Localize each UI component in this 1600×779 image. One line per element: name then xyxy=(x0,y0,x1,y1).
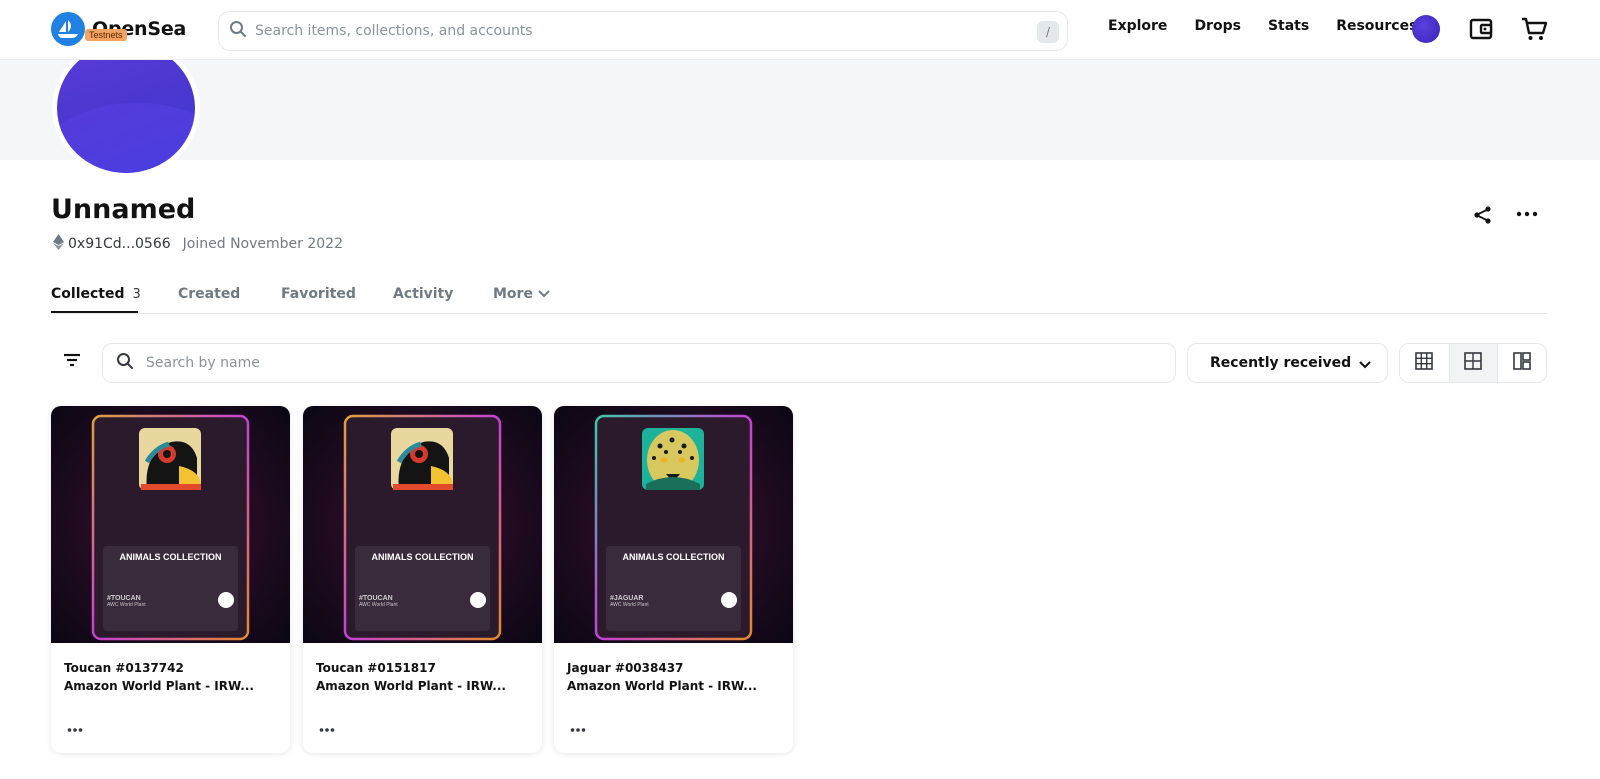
nft-art-tag: #TOUCAN xyxy=(107,595,141,602)
grid-view-toggle xyxy=(1399,343,1547,383)
nft-art-subtag: AWC World Plant xyxy=(359,602,398,608)
nft-card-body: Jaguar #0038437 Amazon World Plant - IRW… xyxy=(554,643,793,695)
chevron-down-icon xyxy=(538,286,550,302)
tab-favorited-label: Favorited xyxy=(281,286,356,302)
profile-banner xyxy=(0,60,1600,160)
account-avatar[interactable] xyxy=(1412,15,1440,43)
nft-title: Jaguar #0038437 xyxy=(567,661,684,675)
tab-collected-count: 3 xyxy=(132,286,141,302)
tab-activity[interactable]: Activity xyxy=(393,286,453,302)
nav-drops[interactable]: Drops xyxy=(1194,18,1241,34)
sort-dropdown[interactable]: Recently received xyxy=(1187,343,1388,383)
nft-collection-name[interactable]: Amazon World Plant - IRW... xyxy=(316,677,529,695)
grid-icon xyxy=(1464,352,1483,374)
nav-resources[interactable]: Resources xyxy=(1336,18,1417,34)
name-search[interactable] xyxy=(102,343,1176,383)
tab-collected-label: Collected xyxy=(51,286,125,302)
search-icon xyxy=(229,20,247,42)
wallet-address[interactable]: 0x91Cd...0566 xyxy=(68,236,171,252)
nav-explore[interactable]: Explore xyxy=(1108,18,1167,34)
nft-card-art-text: ANIMALS COLLECTION #TOUCAN AWC World Pla… xyxy=(103,552,238,608)
main-nav-links: Explore Drops Stats Resources xyxy=(1108,18,1444,34)
nft-title: Toucan #0137742 xyxy=(64,661,184,675)
large-grid-button[interactable] xyxy=(1400,344,1449,382)
ethereum-icon xyxy=(53,234,64,254)
card-more-icon[interactable] xyxy=(67,718,83,737)
tab-created[interactable]: Created xyxy=(178,286,240,302)
active-tab-underline xyxy=(51,311,138,313)
tab-created-label: Created xyxy=(178,286,241,302)
top-navbar: OpenSea Testnets / Explore Drops Stats R… xyxy=(0,0,1600,60)
card-more-icon[interactable] xyxy=(570,718,586,737)
joined-date: Joined November 2022 xyxy=(182,236,343,252)
profile-name: Unnamed xyxy=(51,194,196,225)
more-options-icon[interactable] xyxy=(1516,206,1538,226)
filter-icon xyxy=(58,353,86,378)
chevron-down-icon xyxy=(1359,357,1371,373)
leaf-logo-icon xyxy=(721,592,737,608)
share-icon[interactable] xyxy=(1473,205,1493,229)
nft-art-heading: ANIMALS COLLECTION xyxy=(371,552,474,562)
nft-card[interactable]: ANIMALS COLLECTION #TOUCAN AWC World Pla… xyxy=(303,406,542,753)
nft-card-body: Toucan #0151817 Amazon World Plant - IRW… xyxy=(303,643,542,695)
nft-image[interactable]: ANIMALS COLLECTION #TOUCAN AWC World Pla… xyxy=(51,406,290,643)
opensea-boat-icon xyxy=(51,12,85,46)
nft-collection-name[interactable]: Amazon World Plant - IRW... xyxy=(64,677,277,695)
search-shortcut-key: / xyxy=(1037,21,1059,43)
global-search-input[interactable] xyxy=(255,23,1015,39)
profile-avatar-image xyxy=(57,43,195,173)
tab-activity-label: Activity xyxy=(393,286,454,302)
search-icon xyxy=(116,352,134,374)
wallet-icon[interactable] xyxy=(1468,16,1494,46)
nav-stats[interactable]: Stats xyxy=(1268,18,1309,34)
mosaic-grid-button[interactable] xyxy=(1497,344,1546,382)
medium-grid-button[interactable] xyxy=(1448,344,1498,382)
nft-card-body: Toucan #0137742 Amazon World Plant - IRW… xyxy=(51,643,290,695)
nft-art-heading: ANIMALS COLLECTION xyxy=(622,552,725,562)
leaf-logo-icon xyxy=(470,592,486,608)
nft-art-tag: #TOUCAN xyxy=(359,595,393,602)
grid-dense-icon xyxy=(1415,352,1434,374)
tab-collected[interactable]: Collected 3 xyxy=(51,286,141,302)
nft-image[interactable]: ANIMALS COLLECTION #JAGUAR AWC World Pla… xyxy=(554,406,793,643)
nft-collection-name[interactable]: Amazon World Plant - IRW... xyxy=(567,677,780,695)
cart-icon[interactable] xyxy=(1520,15,1548,47)
tab-favorited[interactable]: Favorited xyxy=(281,286,356,302)
nft-art-heading: ANIMALS COLLECTION xyxy=(119,552,222,562)
mosaic-icon xyxy=(1513,352,1531,374)
testnets-badge: Testnets xyxy=(85,29,127,41)
global-search[interactable]: / xyxy=(218,11,1068,51)
nft-card-art-text: ANIMALS COLLECTION #JAGUAR AWC World Pla… xyxy=(606,552,741,608)
profile-tabs: Collected 3 Created Favorited Activity M… xyxy=(51,280,1547,314)
tab-more-label: More xyxy=(493,286,533,302)
nft-art-subtag: AWC World Plant xyxy=(107,602,146,608)
nft-title: Toucan #0151817 xyxy=(316,661,436,675)
nft-image[interactable]: ANIMALS COLLECTION #TOUCAN AWC World Pla… xyxy=(303,406,542,643)
profile-meta: 0x91Cd...0566 Joined November 2022 xyxy=(53,234,343,254)
filter-toggle-button[interactable] xyxy=(58,346,86,374)
leaf-logo-icon xyxy=(218,592,234,608)
sort-label: Recently received xyxy=(1210,355,1352,371)
nft-card[interactable]: ANIMALS COLLECTION #JAGUAR AWC World Pla… xyxy=(554,406,793,753)
card-more-icon[interactable] xyxy=(319,718,335,737)
name-search-input[interactable] xyxy=(146,355,1146,371)
nft-art-subtag: AWC World Plant xyxy=(610,602,649,608)
nft-card-art-text: ANIMALS COLLECTION #TOUCAN AWC World Pla… xyxy=(355,552,490,608)
nft-card[interactable]: ANIMALS COLLECTION #TOUCAN AWC World Pla… xyxy=(51,406,290,753)
tab-more[interactable]: More xyxy=(493,286,550,302)
nft-art-tag: #JAGUAR xyxy=(610,595,644,602)
